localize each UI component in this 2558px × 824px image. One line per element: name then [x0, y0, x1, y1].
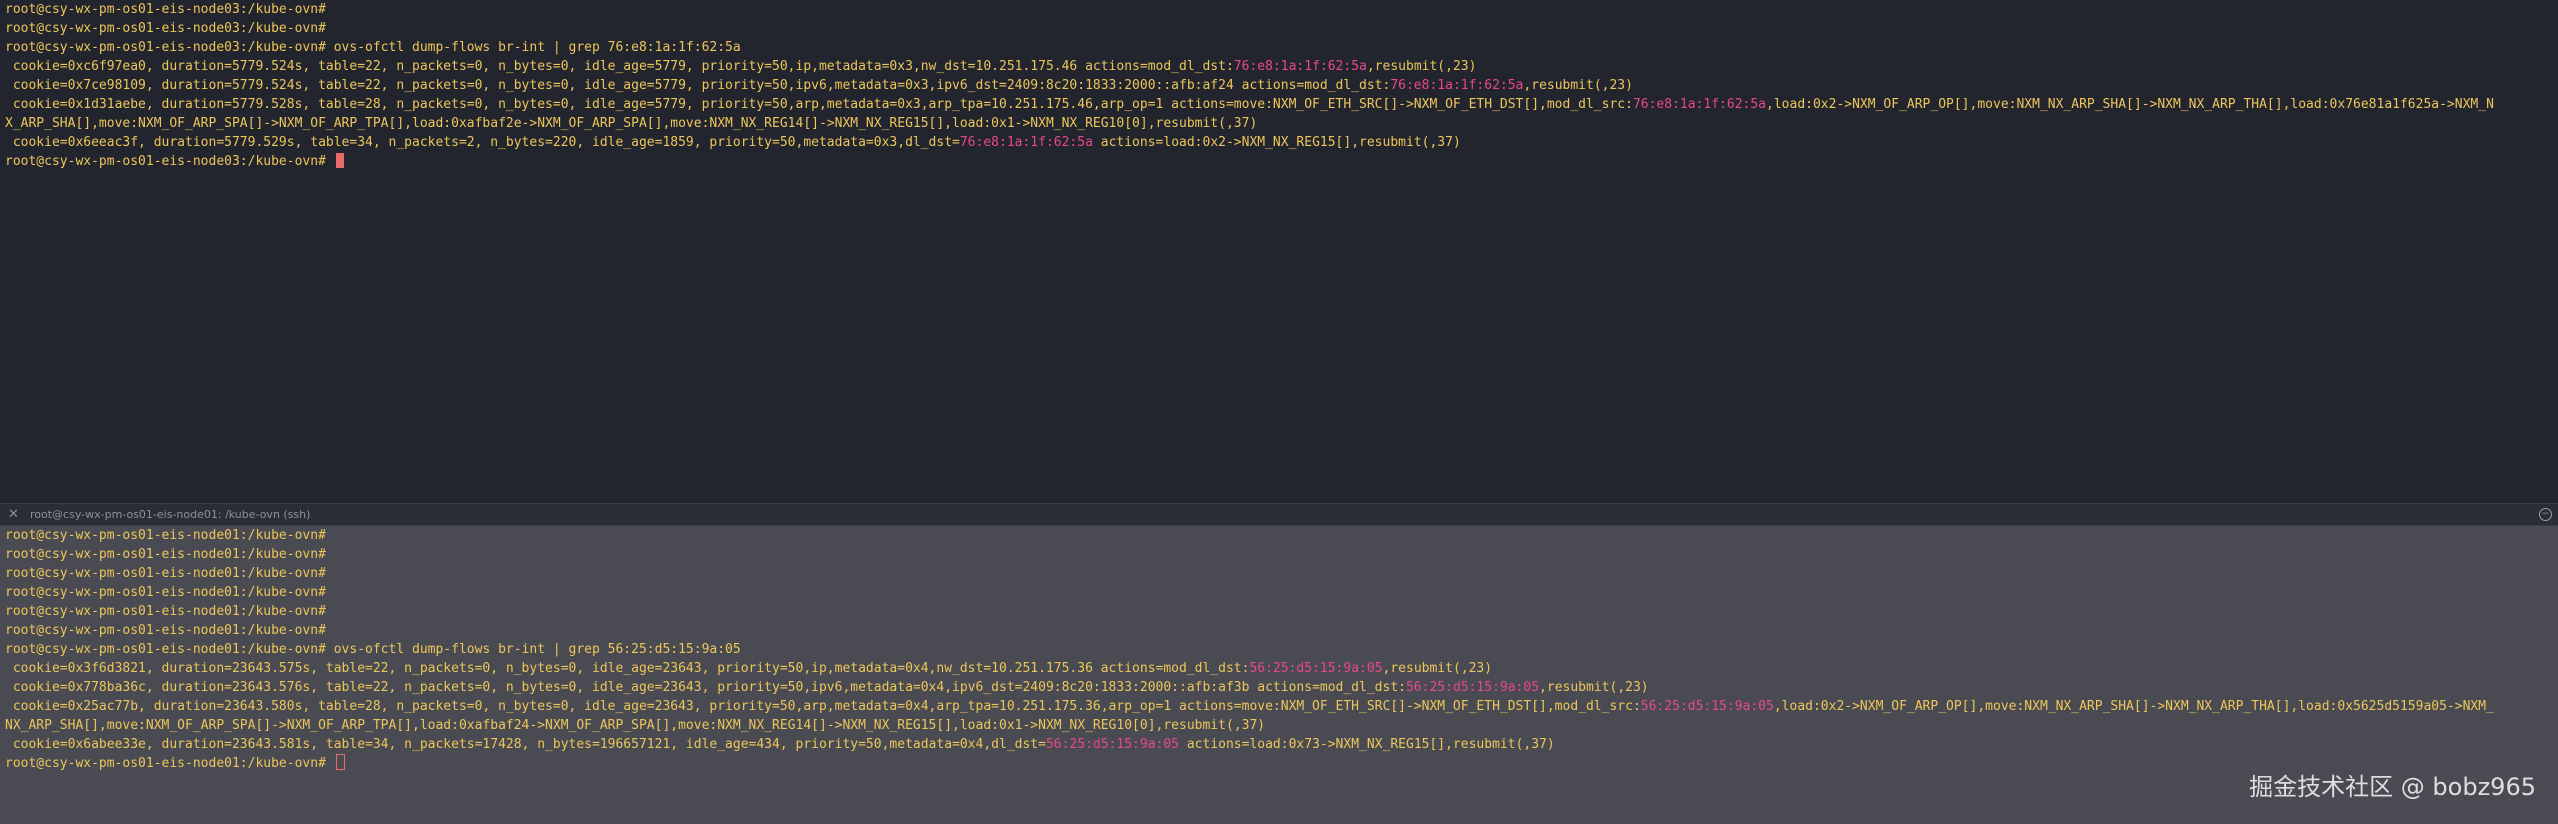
terminal-line: root@csy-wx-pm-os01-eis-node01:/kube-ovn…	[5, 547, 326, 562]
pane-menu-icon[interactable]: −	[2539, 508, 2552, 521]
mac-address-highlight: 76:e8:1a:1f:62:5a	[1233, 59, 1367, 74]
terminal-line: root@csy-wx-pm-os01-eis-node01:/kube-ovn…	[5, 566, 326, 581]
terminal-line: root@csy-wx-pm-os01-eis-node01:/kube-ovn…	[5, 623, 326, 638]
terminal-line: root@csy-wx-pm-os01-eis-node01:/kube-ovn…	[5, 528, 326, 543]
terminal-line: cookie=0x6abee33e, duration=23643.581s, …	[5, 737, 1555, 752]
terminal-line: root@csy-wx-pm-os01-eis-node03:/kube-ovn…	[5, 2, 326, 17]
mac-address-highlight: 76:e8:1a:1f:62:5a	[1632, 97, 1767, 112]
terminal-line: cookie=0x3f6d3821, duration=23643.575s, …	[5, 661, 1493, 676]
mac-address-highlight: 56:25:d5:15:9a:05	[1640, 699, 1774, 714]
close-icon[interactable]: ✕	[8, 507, 22, 522]
terminal-line: root@csy-wx-pm-os01-eis-node01:/kube-ovn…	[5, 604, 326, 619]
terminal-line: cookie=0x25ac77b, duration=23643.580s, t…	[5, 699, 2494, 714]
terminal-line: cookie=0x778ba36c, duration=23643.576s, …	[5, 680, 1649, 695]
terminal-line: root@csy-wx-pm-os01-eis-node03:/kube-ovn…	[5, 152, 2558, 171]
terminal-line: NX_ARP_SHA[],move:NXM_OF_ARP_SPA[]->NXM_…	[5, 718, 1266, 733]
terminal-cursor	[335, 754, 345, 770]
terminal-line: X_ARP_SHA[],move:NXM_OF_ARP_SPA[]->NXM_O…	[5, 116, 1258, 131]
terminal-output-top[interactable]: root@csy-wx-pm-os01-eis-node03:/kube-ovn…	[0, 0, 2558, 171]
terminal-line: root@csy-wx-pm-os01-eis-node03:/kube-ovn…	[5, 21, 326, 36]
mac-address-highlight: 56:25:d5:15:9a:05	[1045, 737, 1180, 752]
terminal-line: cookie=0xc6f97ea0, duration=5779.524s, t…	[5, 59, 1477, 74]
terminal-line: cookie=0x7ce98109, duration=5779.524s, t…	[5, 78, 1633, 93]
terminal-line: root@csy-wx-pm-os01-eis-node01:/kube-ovn…	[5, 754, 2558, 773]
terminal-pane-bottom[interactable]: root@csy-wx-pm-os01-eis-node01:/kube-ovn…	[0, 526, 2558, 824]
mac-address-highlight: 76:e8:1a:1f:62:5a	[1390, 78, 1524, 93]
pane-title: root@csy-wx-pm-os01-eis-node01: /kube-ov…	[30, 508, 311, 521]
terminal-line: root@csy-wx-pm-os01-eis-node01:/kube-ovn…	[5, 585, 326, 600]
mac-address-highlight: 56:25:d5:15:9a:05	[1249, 661, 1383, 676]
watermark: 掘金技术社区 @ bobz965	[2249, 773, 2536, 801]
terminal-line: root@csy-wx-pm-os01-eis-node01:/kube-ovn…	[5, 642, 741, 657]
terminal-line: root@csy-wx-pm-os01-eis-node03:/kube-ovn…	[5, 40, 741, 55]
mac-address-highlight: 56:25:d5:15:9a:05	[1405, 680, 1540, 695]
terminal-output-bottom[interactable]: root@csy-wx-pm-os01-eis-node01:/kube-ovn…	[0, 526, 2558, 773]
terminal-pane-top[interactable]: root@csy-wx-pm-os01-eis-node03:/kube-ovn…	[0, 0, 2558, 503]
terminal-line: cookie=0x6eeac3f, duration=5779.529s, ta…	[5, 135, 1461, 150]
mac-address-highlight: 76:e8:1a:1f:62:5a	[959, 135, 1093, 150]
terminal-cursor	[335, 153, 344, 168]
split-pane-tab-bar[interactable]: ✕ root@csy-wx-pm-os01-eis-node01: /kube-…	[0, 503, 2558, 526]
terminal-line: cookie=0x1d31aebe, duration=5779.528s, t…	[5, 97, 2494, 112]
